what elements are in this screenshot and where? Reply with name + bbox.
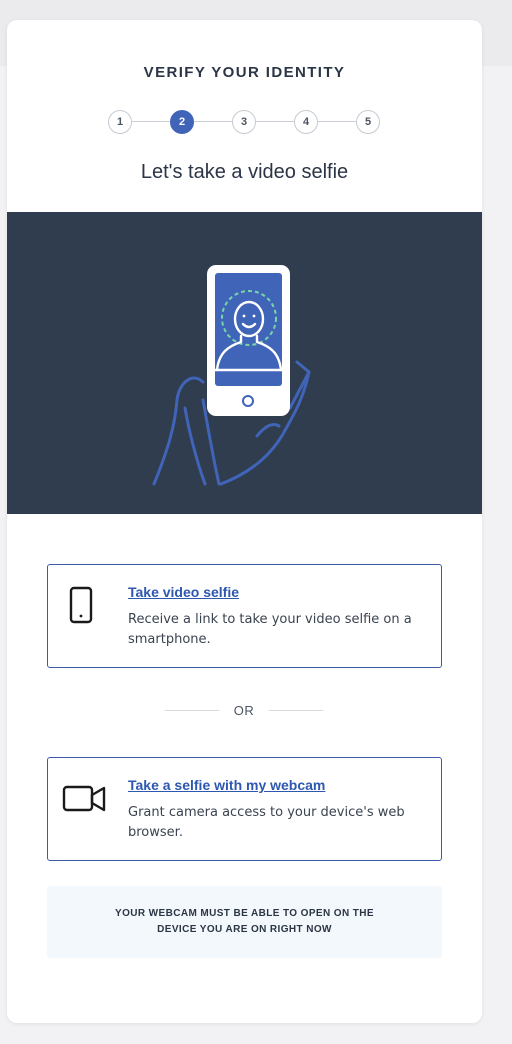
step-connector [256,121,294,122]
page-title: VERIFY YOUR IDENTITY [143,64,346,81]
take-video-selfie-option[interactable]: Take video selfie Receive a link to take… [47,564,442,668]
step-heading: Let's take a video selfie [140,161,349,183]
divider-line-right [269,710,323,711]
webcam-selfie-description: Grant camera access to your device's web… [128,805,405,840]
webcam-selfie-link[interactable]: Take a selfie with my webcam [128,777,325,793]
step-connector [132,121,170,122]
webcam-notice: YOUR WEBCAM MUST BE ABLE TO OPEN ON THE … [47,886,442,958]
step-1: 1 [108,110,132,134]
smartphone-icon [69,586,93,624]
take-video-selfie-link[interactable]: Take video selfie [128,584,239,600]
take-video-selfie-description: Receive a link to take your video selfie… [128,612,412,647]
webcam-notice-text: YOUR WEBCAM MUST BE ABLE TO OPEN ON THE … [115,908,374,935]
step-connector [194,121,232,122]
webcam-selfie-option[interactable]: Take a selfie with my webcam Grant camer… [47,757,442,861]
video-camera-icon [62,785,106,812]
step-4: 4 [294,110,318,134]
hand-holding-phone-icon [152,265,311,486]
step-3: 3 [232,110,256,134]
step-connector [318,121,356,122]
or-divider: OR [165,701,323,719]
selfie-illustration [7,212,482,514]
step-2-active: 2 [170,110,194,134]
step-5: 5 [356,110,380,134]
verification-card: VERIFY YOUR IDENTITY 1 2 3 4 5 Let's tak… [7,20,482,1023]
step-indicator: 1 2 3 4 5 [108,110,380,134]
